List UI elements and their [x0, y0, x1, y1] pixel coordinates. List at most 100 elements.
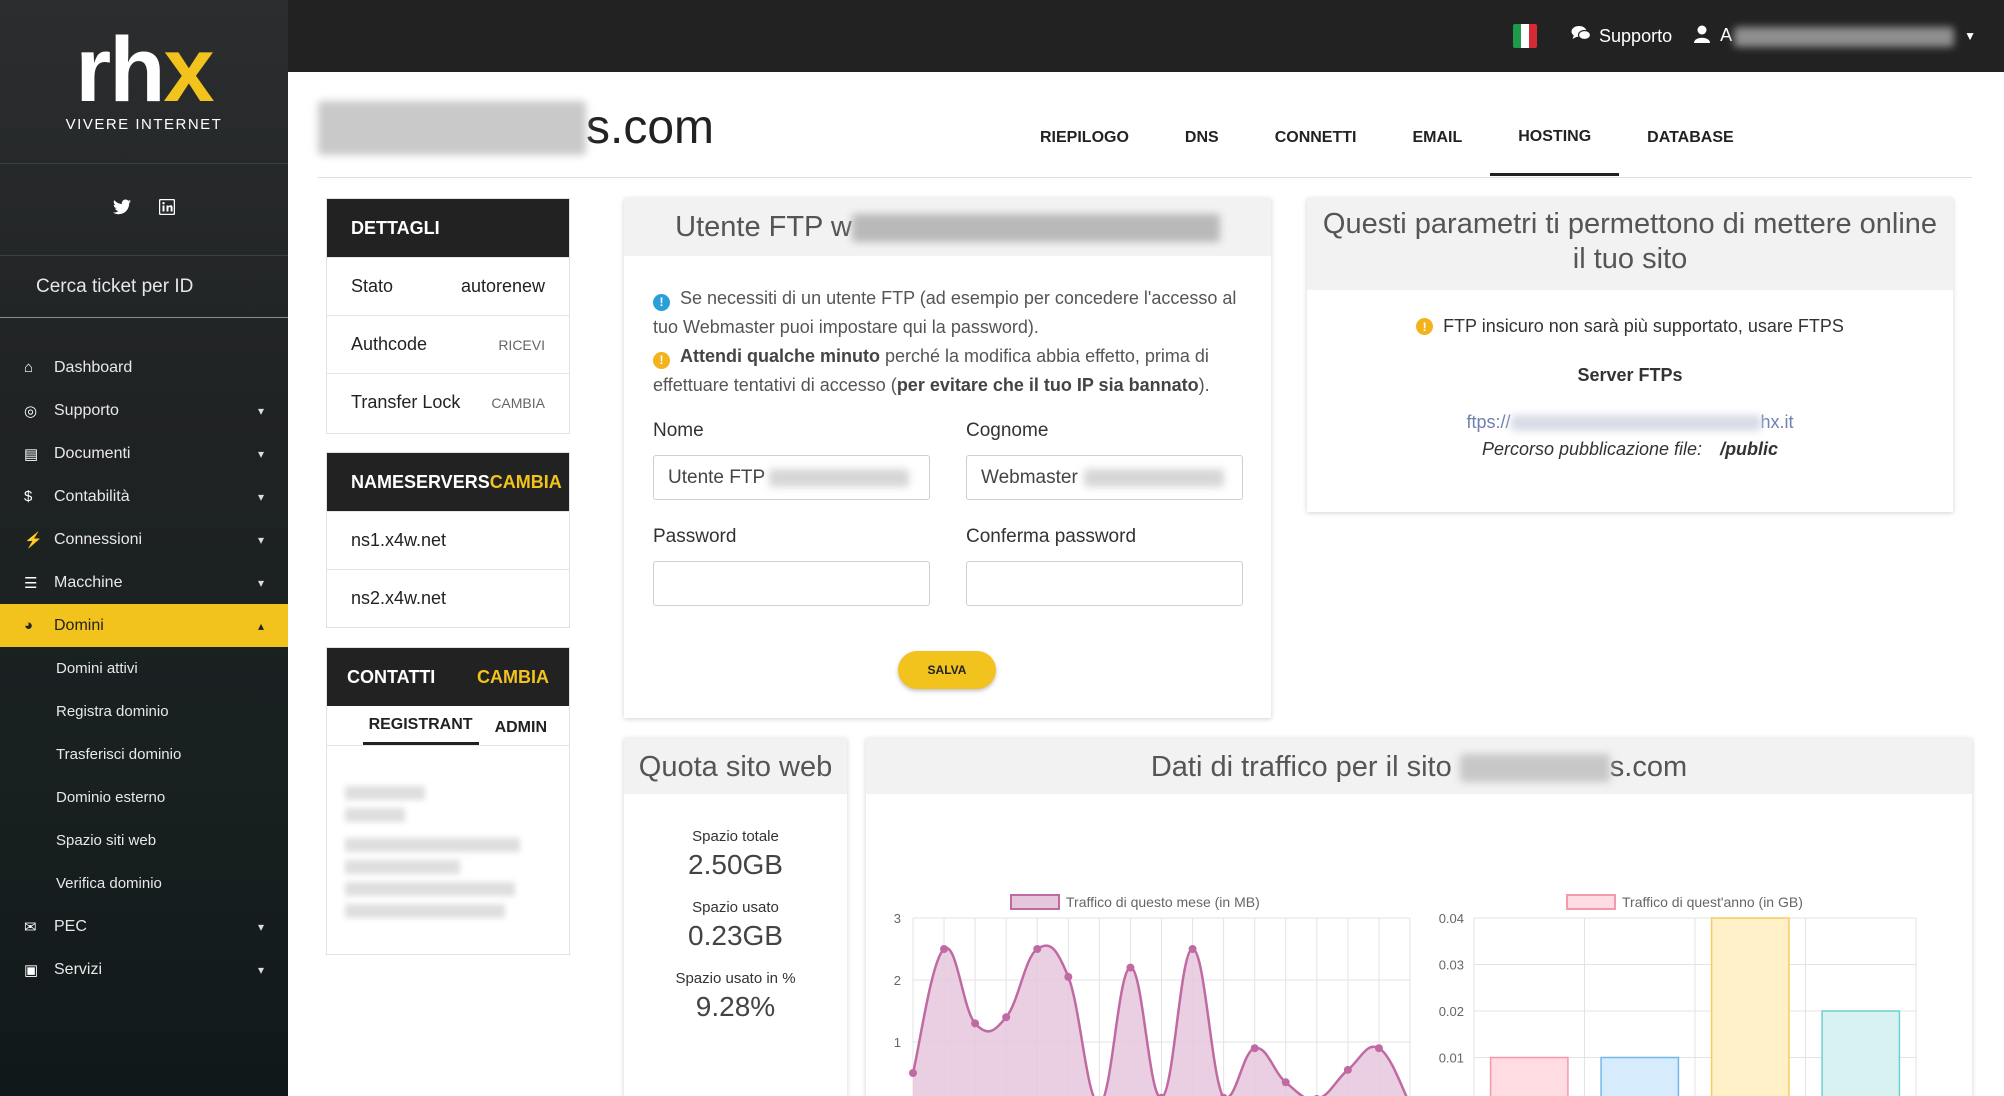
sidebar-item-connessioni[interactable]: ⚡ Connessioni ▾	[0, 518, 288, 561]
sidebar-item-domini[interactable]: ◕ Domini ▴	[0, 604, 288, 647]
cognome-input[interactable]: Webmaster	[966, 455, 1243, 500]
redacted-username	[1734, 26, 1955, 47]
nameservers-title: NAMESERVERS	[351, 471, 490, 492]
sidebar: rhx VIVERE INTERNET ⌂ Dashboard ◎ Suppor…	[0, 0, 288, 1096]
sidebar-item-label: Connessioni	[54, 530, 143, 548]
sidebar-item-contabilita[interactable]: $ Contabilità ▾	[0, 475, 288, 518]
nameservers-cambia-link[interactable]: CAMBIA	[490, 472, 562, 493]
save-button[interactable]: SALVA	[898, 651, 996, 689]
confirm-password-field: Conferma password	[966, 522, 1243, 628]
transfer-lock-row: Transfer Lock CAMBIA	[327, 373, 569, 431]
ticket-search-input[interactable]	[36, 275, 276, 298]
plug-icon: ⚡	[24, 531, 43, 549]
logo-mark: rhx	[75, 19, 214, 121]
traffic-charts: Traffico di questo mese (in MB)012312345…	[894, 894, 1917, 1096]
twitter-icon[interactable]	[113, 199, 131, 220]
authcode-ricevi-link[interactable]: RICEVI	[498, 337, 545, 353]
traffic-title: Dati di traffico per il sito s.com	[866, 738, 1972, 794]
line-y-tick-label: 2	[894, 973, 901, 988]
dettagli-title: DETTAGLI	[327, 199, 569, 257]
sidebar-subitem-verifica-dominio[interactable]: Verifica dominio	[0, 862, 288, 905]
line-point	[1343, 1065, 1352, 1074]
ftp-note2-bold2: per evitare che il tuo IP sia bannato	[896, 375, 1199, 395]
traffic-title-suffix: s.com	[1609, 751, 1688, 783]
tab-hosting[interactable]: HOSTING	[1490, 100, 1620, 176]
nameservers-box: NAMESERVERS CAMBIA ns1.x4w.net ns2.x4w.ne…	[326, 452, 570, 628]
chevron-down-icon: ▾	[257, 962, 264, 977]
redacted-domain	[318, 100, 586, 155]
user-icon	[1694, 25, 1711, 48]
sidebar-item-label: Domini	[54, 616, 104, 634]
bar-y-tick-label: 0.02	[1439, 1004, 1464, 1019]
contatti-header: CONTATTI CAMBIA	[327, 648, 569, 706]
sidebar-subitem-domini-attivi[interactable]: Domini attivi	[0, 647, 288, 690]
tab-registrant[interactable]: REGISTRANT	[362, 716, 479, 745]
sidebar-item-label: Dashboard	[54, 358, 133, 376]
logo[interactable]: rhx VIVERE INTERNET	[0, 0, 288, 164]
contact-tabs: REGISTRANT ADMIN	[327, 706, 569, 746]
italy-flag-icon[interactable]	[1513, 24, 1538, 48]
home-icon: ⌂	[24, 359, 34, 376]
sidebar-item-macchine[interactable]: ☰ Macchine ▾	[0, 561, 288, 604]
nome-label: Nome	[653, 420, 704, 441]
sidebar-item-pec[interactable]: ✉ PEC ▾	[0, 905, 288, 948]
sidebar-item-label: PEC	[54, 917, 87, 935]
domain-suffix: s.com	[586, 101, 715, 154]
nome-field: Nome Utente FTP	[653, 416, 930, 522]
tab-database[interactable]: DATABASE	[1619, 100, 1762, 176]
chevron-down-icon: ▾	[257, 446, 264, 461]
ftps-path-label: Percorso pubblicazione file:	[1481, 439, 1703, 459]
warning-icon: !	[1416, 318, 1434, 335]
sidebar-subitem-trasferisci-dominio[interactable]: Trasferisci dominio	[0, 733, 288, 776]
envelope-icon: ✉	[24, 918, 37, 936]
sidebar-subitem-registra-dominio[interactable]: Registra dominio	[0, 690, 288, 733]
tab-connetti[interactable]: CONNETTI	[1247, 100, 1385, 176]
sidebar-item-servizi[interactable]: ▣ Servizi ▾	[0, 948, 288, 991]
sidebar-item-documenti[interactable]: ▤ Documenti ▾	[0, 432, 288, 475]
bar	[1489, 1056, 1569, 1096]
user-initial: A	[1720, 25, 1733, 46]
contatti-cambia-link[interactable]: CAMBIA	[477, 667, 549, 688]
password-field: Password	[653, 522, 930, 628]
info-icon: !	[653, 294, 670, 311]
ftps-server-link[interactable]: ftps:// hx.it	[1307, 412, 1953, 433]
line-point	[1033, 945, 1042, 953]
sidebar-item-dashboard[interactable]: ⌂ Dashboard	[0, 346, 288, 389]
sidebar-item-label: Macchine	[54, 573, 123, 591]
spazio-usato-value: 0.23GB	[688, 920, 783, 951]
sidebar-item-label: Servizi	[54, 960, 103, 978]
spazio-usato-label: Spazio usato	[692, 899, 779, 916]
password-input[interactable]	[653, 561, 930, 606]
transfer-lock-cambia-link[interactable]: CAMBIA	[491, 395, 545, 411]
line-point	[909, 1069, 917, 1077]
ftps-server-suffix: hx.it	[1760, 412, 1794, 432]
linkedin-icon[interactable]	[158, 198, 176, 220]
support-link[interactable]: Supporto	[1571, 25, 1672, 47]
bar	[1821, 1010, 1901, 1096]
confirm-password-input[interactable]	[966, 561, 1243, 606]
tab-riepilogo[interactable]: RIEPILOGO	[1012, 100, 1157, 176]
line-point	[971, 1019, 980, 1028]
nome-input[interactable]: Utente FTP	[653, 455, 930, 500]
nameserver-item: ns2.x4w.net	[327, 569, 569, 627]
sidebar-subitem-spazio-siti-web[interactable]: Spazio siti web	[0, 819, 288, 862]
chevron-down-icon: ▾	[257, 403, 264, 418]
header-divider	[318, 177, 1972, 178]
bar-y-tick-label: 0.03	[1439, 958, 1464, 973]
tab-admin[interactable]: ADMIN	[489, 719, 553, 745]
line-point	[1374, 1044, 1383, 1053]
authcode-label: Authcode	[351, 334, 428, 354]
tab-dns[interactable]: DNS	[1157, 100, 1247, 176]
ftps-card-body: ! FTP insicuro non sarà più supportato, u…	[1307, 290, 1953, 460]
ftp-user-card: Utente FTP w ! Se necessiti di un utente …	[624, 198, 1271, 718]
ftp-card-title: Utente FTP w	[624, 198, 1271, 256]
ftp-note2-bold: Attendi qualche minuto	[680, 346, 880, 366]
user-menu[interactable]: A ▼	[1694, 25, 1976, 48]
sidebar-subitem-dominio-esterno[interactable]: Dominio esterno	[0, 776, 288, 819]
ftps-path: Percorso pubblicazione file: /public	[1307, 439, 1953, 460]
line-point	[1250, 1044, 1259, 1053]
line-y-tick-label: 1	[894, 1035, 901, 1050]
sidebar-item-supporto[interactable]: ◎ Supporto ▾	[0, 389, 288, 432]
spazio-totale-value: 2.50GB	[688, 849, 783, 880]
tab-email[interactable]: EMAIL	[1384, 100, 1490, 176]
